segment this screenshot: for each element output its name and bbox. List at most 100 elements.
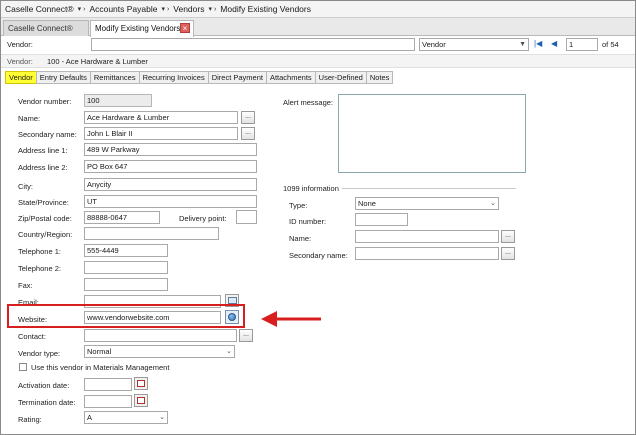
state-label: State/Province:: [18, 198, 69, 207]
address1-field[interactable]: 489 W Parkway: [84, 143, 257, 156]
vendor-search-label: Vendor:: [7, 40, 33, 49]
id-number-field[interactable]: [355, 213, 408, 226]
state-field[interactable]: UT: [84, 195, 257, 208]
vendor-search-input[interactable]: [91, 38, 415, 51]
secondary-name-1099-field[interactable]: [355, 247, 499, 260]
doc-tab-label: Modify Existing Vendors: [95, 24, 181, 33]
previous-record-icon[interactable]: ◀: [551, 39, 557, 48]
vendor-search-row: Vendor: Vendor ▼ |◀ ◀ 1 of 54: [1, 37, 635, 53]
telephone1-field[interactable]: 555-4449: [84, 244, 168, 257]
tab-vendor[interactable]: Vendor: [5, 71, 36, 84]
alert-message-label: Alert message:: [283, 98, 334, 107]
doc-tab-home[interactable]: Caselle Connect®: [3, 20, 89, 36]
search-mode-value: Vendor: [422, 40, 446, 49]
activation-date-label: Activation date:: [18, 381, 70, 390]
tab-notes[interactable]: Notes: [365, 71, 394, 84]
vendor-number-field: 100: [84, 94, 152, 107]
activation-date-field[interactable]: [84, 378, 132, 391]
breadcrumb: Caselle Connect® ▾ › Accounts Payable ▾ …: [1, 1, 635, 18]
secondary-name-lookup-button[interactable]: ...: [241, 127, 255, 140]
id-number-label: ID number:: [289, 217, 327, 226]
breadcrumb-item-section[interactable]: Vendors: [173, 4, 204, 14]
chevron-down-icon[interactable]: ▾ ›: [208, 5, 216, 13]
breadcrumb-item-page[interactable]: Modify Existing Vendors: [220, 4, 311, 14]
tab-remittances[interactable]: Remittances: [89, 71, 139, 84]
country-field[interactable]: [84, 227, 219, 240]
delivery-point-label: Delivery point:: [179, 214, 227, 223]
vendor-tabs: Vendor Entry Defaults Remittances Recurr…: [5, 71, 394, 85]
materials-management-label: Use this vendor in Materials Management: [31, 363, 170, 372]
name-field[interactable]: Ace Hardware & Lumber: [84, 111, 238, 124]
pointer-arrow-icon: [261, 311, 321, 327]
close-icon[interactable]: ×: [180, 23, 190, 33]
name-1099-lookup-button[interactable]: ...: [501, 230, 515, 243]
doc-tab-modify-vendors[interactable]: Modify Existing Vendors ×: [90, 20, 194, 37]
vendor-type-value: Normal: [87, 347, 112, 356]
name-lookup-button[interactable]: ...: [241, 111, 255, 124]
rating-select[interactable]: A ⌄: [84, 411, 168, 424]
delivery-point-field[interactable]: [236, 210, 257, 224]
breadcrumb-item-module[interactable]: Accounts Payable: [89, 4, 157, 14]
termination-date-label: Termination date:: [18, 398, 76, 407]
termination-date-field[interactable]: [84, 395, 132, 408]
telephone1-label: Telephone 1:: [18, 247, 61, 256]
secondary-name-label: Secondary name:: [18, 130, 77, 139]
activation-date-picker[interactable]: [134, 377, 148, 390]
rating-value: A: [87, 413, 93, 422]
current-vendor-row: Vendor: 100 - Ace Hardware & Lumber: [1, 54, 635, 68]
country-label: Country/Region:: [18, 230, 73, 239]
secondary-name-1099-lookup-button[interactable]: ...: [501, 247, 515, 260]
fax-label: Fax:: [18, 281, 33, 290]
info-1099-title: 1099 information: [283, 184, 339, 193]
app-window: Caselle Connect® ▾ › Accounts Payable ▾ …: [0, 0, 636, 435]
chevron-down-icon: ⌄: [226, 348, 232, 355]
fax-field[interactable]: [84, 278, 168, 291]
record-total: of 54: [602, 40, 619, 49]
calendar-icon: [137, 380, 145, 387]
info-1099-divider: [342, 188, 516, 189]
zip-field[interactable]: 88888-0647: [84, 211, 160, 224]
chevron-down-icon: ▼: [519, 41, 526, 48]
breadcrumb-item-home[interactable]: Caselle Connect®: [5, 4, 74, 14]
rating-label: Rating:: [18, 415, 42, 424]
telephone2-field[interactable]: [84, 261, 168, 274]
materials-management-checkbox[interactable]: [19, 363, 27, 371]
address2-field[interactable]: PO Box 647: [84, 160, 257, 173]
address1-label: Address line 1:: [18, 146, 68, 155]
vendor-type-label: Vendor type:: [18, 349, 61, 358]
search-mode-select[interactable]: Vendor ▼: [419, 38, 529, 51]
document-tabs: Caselle Connect® Modify Existing Vendors…: [1, 18, 635, 37]
calendar-icon: [137, 397, 145, 404]
contact-label: Contact:: [18, 332, 46, 341]
city-field[interactable]: Anycity: [84, 178, 257, 191]
secondary-name-field[interactable]: John L Blair II: [84, 127, 238, 140]
type-1099-select[interactable]: None ⌄: [355, 197, 499, 210]
chevron-down-icon: ⌄: [159, 414, 165, 421]
tab-entry-defaults[interactable]: Entry Defaults: [35, 71, 90, 84]
type-1099-value: None: [358, 199, 376, 208]
name-1099-field[interactable]: [355, 230, 499, 243]
chevron-down-icon: ⌄: [490, 200, 496, 207]
zip-label: Zip/Postal code:: [18, 214, 72, 223]
tab-direct-payment[interactable]: Direct Payment: [207, 71, 266, 84]
envelope-icon: [228, 297, 237, 304]
chevron-down-icon[interactable]: ▾ ›: [161, 5, 169, 13]
name-label: Name:: [18, 114, 41, 123]
contact-field[interactable]: [84, 329, 237, 342]
record-number-input[interactable]: 1: [566, 38, 598, 51]
tab-recurring-invoices[interactable]: Recurring Invoices: [138, 71, 208, 84]
current-vendor-label: Vendor:: [7, 57, 33, 66]
current-vendor-value: 100 - Ace Hardware & Lumber: [47, 57, 148, 66]
termination-date-picker[interactable]: [134, 394, 148, 407]
first-record-icon[interactable]: |◀: [534, 39, 542, 48]
tab-attachments[interactable]: Attachments: [265, 71, 315, 84]
alert-message-field[interactable]: [338, 94, 526, 173]
website-highlight-box: [7, 304, 245, 328]
telephone2-label: Telephone 2:: [18, 264, 61, 273]
name-1099-label: Name:: [289, 234, 312, 243]
contact-lookup-button[interactable]: ...: [239, 329, 253, 342]
vendor-type-select[interactable]: Normal ⌄: [84, 345, 235, 358]
tab-user-defined[interactable]: User-Defined: [314, 71, 366, 84]
secondary-name-1099-label: Secondary name:: [289, 251, 348, 260]
chevron-down-icon[interactable]: ▾ ›: [78, 5, 86, 13]
